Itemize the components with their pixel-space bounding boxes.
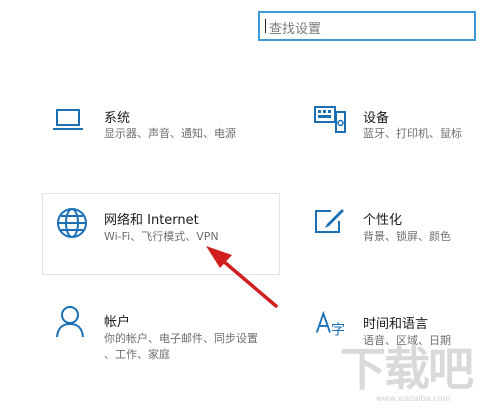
watermark-url: www.xiazaiba.com — [376, 394, 451, 403]
